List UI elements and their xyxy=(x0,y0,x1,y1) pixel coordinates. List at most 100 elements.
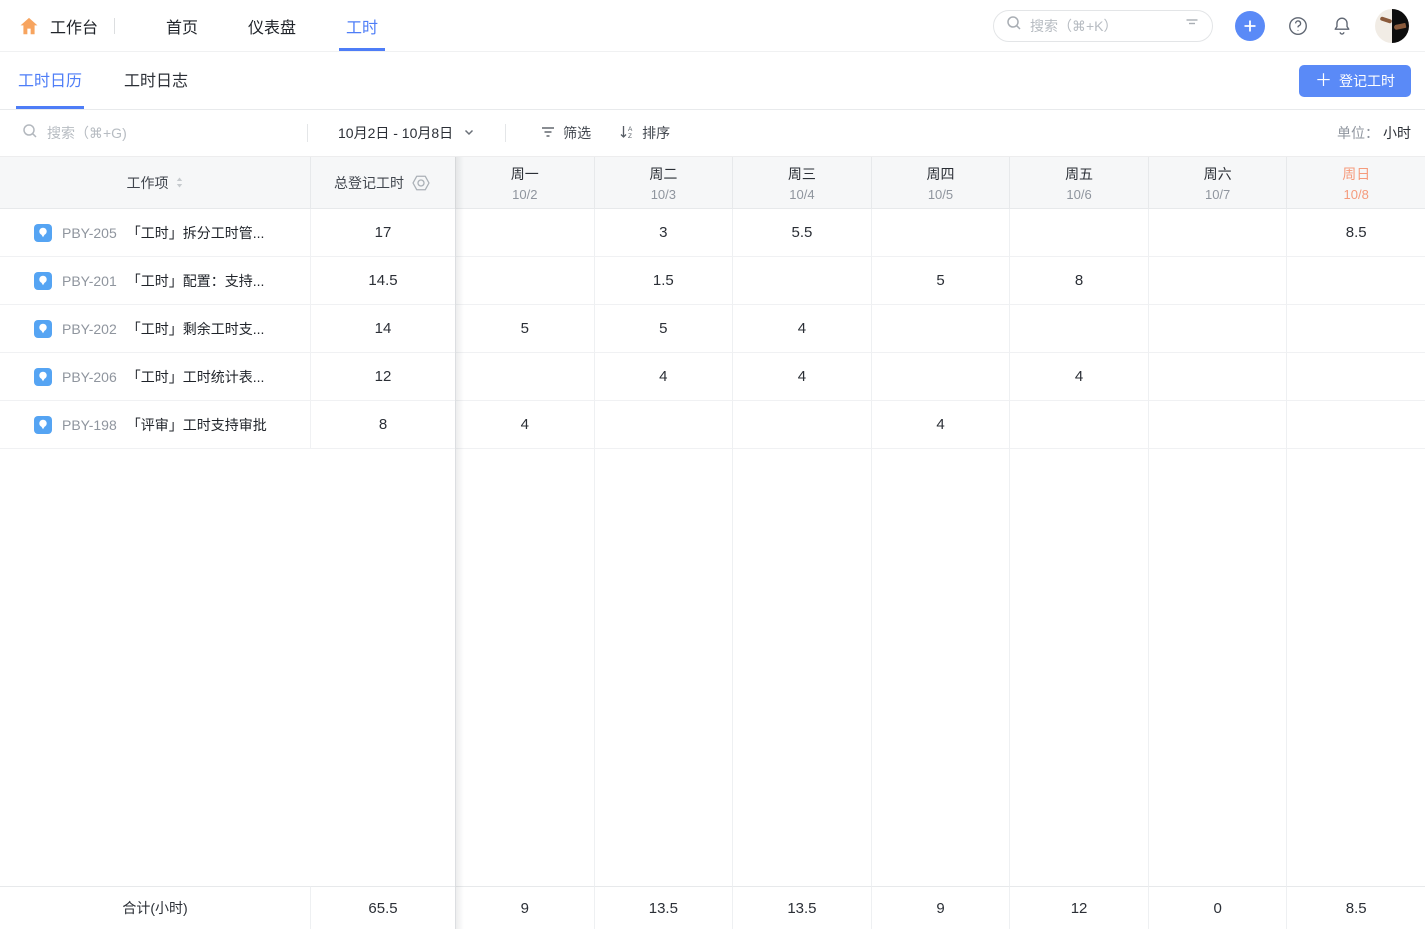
date-range-picker[interactable]: 10月2日 - 10月8日 xyxy=(328,123,485,143)
day-hours-cell[interactable]: 4 xyxy=(732,353,871,401)
day-hours-cell[interactable]: 4 xyxy=(732,305,871,353)
plus-icon: ＋ xyxy=(1315,72,1332,89)
day-hours-cell[interactable]: 5 xyxy=(455,305,594,353)
day-hours-cell[interactable] xyxy=(871,353,1010,401)
workitem-cell[interactable]: PBY-206 「工时」工时统计表... xyxy=(0,353,310,401)
day-name: 周四 xyxy=(926,164,954,184)
help-icon[interactable] xyxy=(1287,15,1309,37)
workitem-title: 「工时」剩余工时支... xyxy=(127,319,265,339)
day-hours-cell[interactable] xyxy=(1009,401,1148,449)
workitem-title: 「工时」拆分工时管... xyxy=(127,223,265,243)
footer-total-label: 合计(小时) xyxy=(0,886,310,929)
nav-item-home[interactable]: 首页 xyxy=(159,0,205,51)
day-hours-cell[interactable] xyxy=(594,401,733,449)
global-search-input[interactable] xyxy=(1030,18,1176,34)
table-empty-day-column xyxy=(732,449,871,886)
total-hours-cell: 14.5 xyxy=(310,257,455,305)
day-hours-cell[interactable]: 8.5 xyxy=(1286,209,1425,257)
workitem-type-icon xyxy=(34,368,52,386)
workspace-name[interactable]: 工作台 xyxy=(50,14,98,38)
nav-item-worktime[interactable]: 工时 xyxy=(339,0,385,51)
day-date: 10/2 xyxy=(512,187,537,202)
column-header-day-10/4: 周三10/4 xyxy=(732,157,871,209)
column-header-day-10/5: 周四10/5 xyxy=(871,157,1010,209)
table-empty-day-column xyxy=(1148,449,1287,886)
day-hours-cell[interactable]: 5 xyxy=(594,305,733,353)
advanced-search-icon[interactable] xyxy=(1184,15,1200,36)
day-hours-cell[interactable]: 4 xyxy=(1009,353,1148,401)
day-hours-cell[interactable]: 3 xyxy=(594,209,733,257)
column-header-total[interactable]: 总登记工时 xyxy=(310,157,455,209)
day-hours-cell[interactable] xyxy=(1286,257,1425,305)
sort-icon: AZ xyxy=(619,124,635,143)
sort-caret-icon[interactable] xyxy=(175,176,184,189)
day-hours-cell[interactable] xyxy=(1148,401,1287,449)
day-hours-cell[interactable] xyxy=(455,257,594,305)
day-hours-cell[interactable] xyxy=(732,257,871,305)
global-search[interactable] xyxy=(993,10,1213,42)
day-hours-cell[interactable] xyxy=(1286,353,1425,401)
day-hours-cell[interactable] xyxy=(1148,257,1287,305)
column-header-day-10/3: 周二10/3 xyxy=(594,157,733,209)
day-name: 周日 xyxy=(1342,164,1370,184)
tab-worktime-log[interactable]: 工时日志 xyxy=(122,52,190,109)
home-icon[interactable] xyxy=(18,15,40,37)
day-hours-cell[interactable]: 4 xyxy=(594,353,733,401)
sort-label: 排序 xyxy=(642,123,670,143)
nav-item-dashboard[interactable]: 仪表盘 xyxy=(241,0,303,51)
day-hours-cell[interactable] xyxy=(1148,209,1287,257)
date-range-label: 10月2日 - 10月8日 xyxy=(338,123,453,143)
day-hours-cell[interactable] xyxy=(1286,305,1425,353)
column-settings-icon[interactable] xyxy=(410,172,432,194)
workitem-title: 「工时」工时统计表... xyxy=(127,367,265,387)
day-name: 周六 xyxy=(1204,164,1232,184)
day-hours-cell[interactable]: 4 xyxy=(455,401,594,449)
search-icon xyxy=(22,123,38,144)
timesheet-table: 工作项总登记工时周一10/2周二10/3周三10/4周四10/5周五10/6周六… xyxy=(0,157,1425,929)
workitem-key: PBY-206 xyxy=(62,369,117,385)
table-search-input[interactable] xyxy=(47,125,287,141)
workitem-type-icon xyxy=(34,320,52,338)
create-button[interactable] xyxy=(1235,11,1265,41)
day-name: 周一 xyxy=(511,164,539,184)
day-hours-cell[interactable] xyxy=(732,401,871,449)
filter-label: 筛选 xyxy=(563,123,591,143)
day-hours-cell[interactable] xyxy=(1148,305,1287,353)
day-hours-cell[interactable] xyxy=(871,209,1010,257)
tab-worktime-calendar[interactable]: 工时日历 xyxy=(16,52,84,109)
notifications-bell-icon[interactable] xyxy=(1331,15,1353,37)
table-search[interactable] xyxy=(22,123,287,144)
day-hours-cell[interactable] xyxy=(455,209,594,257)
day-date: 10/6 xyxy=(1066,187,1091,202)
svg-text:A: A xyxy=(628,126,633,133)
table-toolbar: 10月2日 - 10月8日 筛选 AZ 排序 单位：小时 xyxy=(0,110,1425,157)
avatar-art xyxy=(1394,22,1407,29)
chevron-down-icon xyxy=(463,125,475,141)
day-hours-cell[interactable]: 1.5 xyxy=(594,257,733,305)
column-header-workitem-label: 工作项 xyxy=(127,173,169,193)
day-hours-cell[interactable] xyxy=(1286,401,1425,449)
workitem-type-icon xyxy=(34,272,52,290)
column-header-day-10/7: 周六10/7 xyxy=(1148,157,1287,209)
column-header-day-10/6: 周五10/6 xyxy=(1009,157,1148,209)
day-hours-cell[interactable] xyxy=(1148,353,1287,401)
user-avatar[interactable] xyxy=(1375,9,1409,43)
footer-day-total: 12 xyxy=(1009,886,1148,929)
column-header-workitem[interactable]: 工作项 xyxy=(0,157,310,209)
workitem-cell[interactable]: PBY-202「工时」剩余工时支... xyxy=(0,305,310,353)
day-hours-cell[interactable]: 4 xyxy=(871,401,1010,449)
workitem-cell[interactable]: PBY-205「工时」拆分工时管... xyxy=(0,209,310,257)
day-hours-cell[interactable] xyxy=(1009,209,1148,257)
filter-button[interactable]: 筛选 xyxy=(540,123,591,143)
day-hours-cell[interactable]: 5 xyxy=(871,257,1010,305)
day-hours-cell[interactable]: 5.5 xyxy=(732,209,871,257)
day-date: 10/8 xyxy=(1344,187,1369,202)
workitem-cell[interactable]: PBY-201「工时」配置：支持... xyxy=(0,257,310,305)
sort-button[interactable]: AZ 排序 xyxy=(619,123,670,143)
day-hours-cell[interactable] xyxy=(1009,305,1148,353)
day-hours-cell[interactable] xyxy=(455,353,594,401)
day-hours-cell[interactable]: 8 xyxy=(1009,257,1148,305)
workitem-cell[interactable]: PBY-198「评审」工时支持审批 xyxy=(0,401,310,449)
day-hours-cell[interactable] xyxy=(871,305,1010,353)
register-hours-button[interactable]: ＋ 登记工时 xyxy=(1299,65,1411,97)
